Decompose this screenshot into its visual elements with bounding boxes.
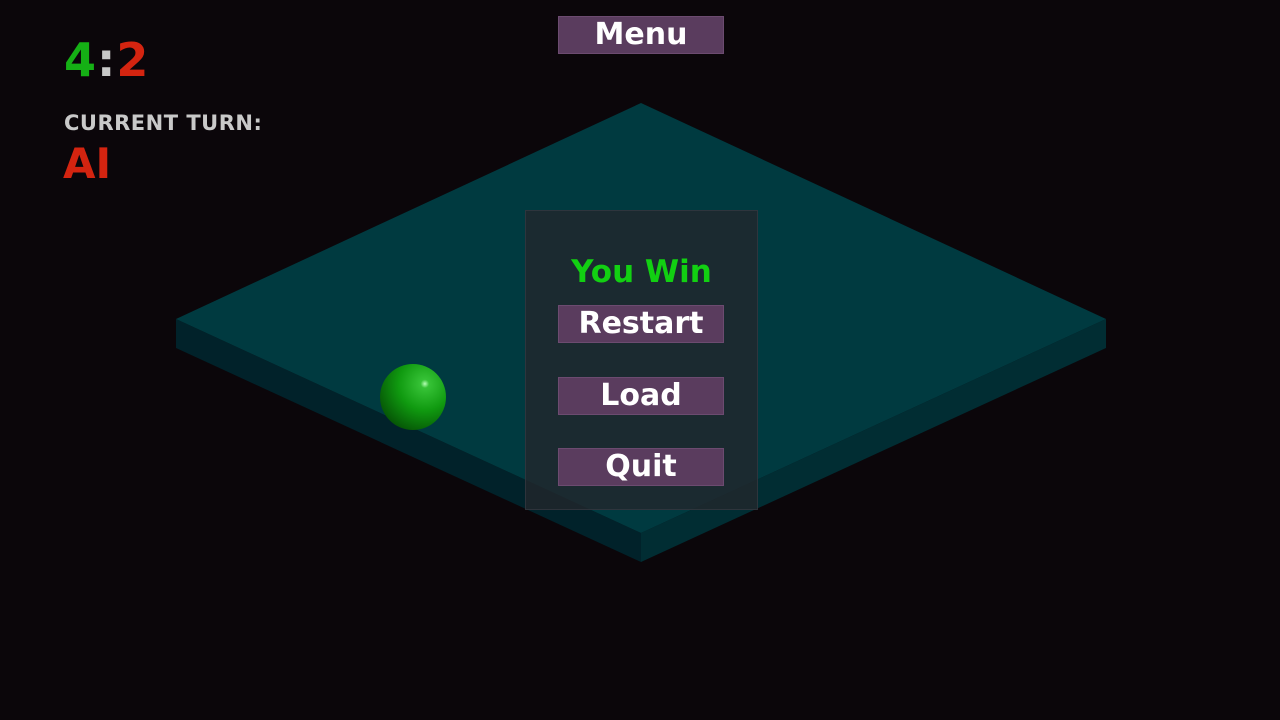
score-display: 4:2 — [64, 32, 149, 88]
player-score: 4 — [64, 33, 98, 87]
load-button[interactable]: Load — [558, 377, 724, 415]
current-turn-value: AI — [63, 139, 112, 188]
game-viewport[interactable]: Menu 4:2 CURRENT TURN: AI You Win Restar… — [0, 0, 1280, 720]
result-title: You Win — [571, 254, 712, 290]
quit-button[interactable]: Quit — [558, 448, 724, 486]
current-turn-label: CURRENT TURN: — [64, 111, 263, 135]
score-separator: : — [97, 33, 117, 87]
ai-score: 2 — [116, 33, 150, 87]
menu-button[interactable]: Menu — [558, 16, 724, 54]
restart-button[interactable]: Restart — [558, 305, 724, 343]
green-ball-piece[interactable] — [380, 364, 446, 430]
